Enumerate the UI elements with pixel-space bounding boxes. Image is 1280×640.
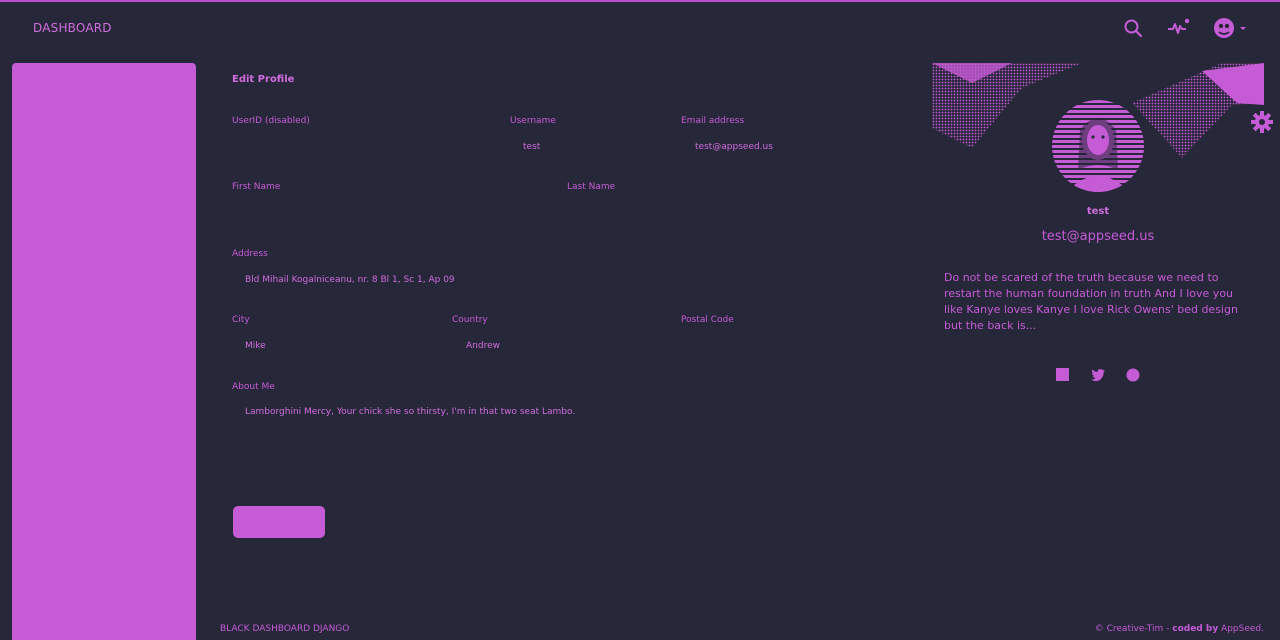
gear-icon[interactable] <box>1250 110 1274 134</box>
top-navbar: DASHBOARD <box>0 2 1280 58</box>
footer-copyright: © Creative-Tim - <box>1094 624 1173 634</box>
user-profile-card: test test@appseed.us Do not be scared of… <box>932 63 1273 423</box>
twitter-icon[interactable] <box>1090 367 1106 383</box>
address-label: Address <box>232 249 268 259</box>
about-me-label: About Me <box>232 382 275 392</box>
email-label: Email address <box>681 116 745 126</box>
last-name-label: Last Name <box>567 182 616 192</box>
address-input[interactable] <box>245 271 885 289</box>
country-input[interactable] <box>466 337 666 355</box>
postal-code-input[interactable] <box>695 337 895 355</box>
city-label: City <box>232 315 250 325</box>
brand-link[interactable]: DASHBOARD <box>33 21 112 35</box>
footer-appseed-link[interactable]: AppSeed. <box>1218 624 1264 634</box>
sidebar <box>12 63 196 640</box>
search-icon[interactable] <box>1121 16 1145 40</box>
footer-credits: © Creative-Tim - coded by AppSeed. <box>1095 624 1264 634</box>
user-menu-avatar[interactable] <box>1211 16 1251 40</box>
username-input[interactable] <box>523 138 673 156</box>
profile-bio: Do not be scared of the truth because we… <box>944 271 1238 332</box>
footer-coded-by: coded by <box>1172 624 1219 634</box>
country-label: Country <box>452 315 488 325</box>
google-icon[interactable] <box>1125 367 1141 383</box>
footer-brand-link[interactable]: BLACK DASHBOARD DJANGO <box>220 624 349 634</box>
userid-label: UserID (disabled) <box>232 116 310 126</box>
about-me-textarea[interactable]: Lamborghini Mercy, Your chick she so thi… <box>245 407 885 467</box>
postal-code-label: Postal Code <box>681 315 734 325</box>
activity-notification-icon[interactable] <box>1166 16 1190 40</box>
first-name-input[interactable] <box>245 204 545 222</box>
first-name-label: First Name <box>232 182 281 192</box>
profile-name: test <box>1086 206 1110 217</box>
save-button[interactable] <box>233 506 325 538</box>
username-label: Username <box>510 116 556 126</box>
city-input[interactable] <box>245 337 445 355</box>
userid-input <box>232 138 492 156</box>
email-input[interactable] <box>695 138 895 156</box>
profile-email: test@appseed.us <box>1041 229 1155 244</box>
edit-profile-card: Edit Profile UserID (disabled) Username … <box>218 63 918 563</box>
card-title: Edit Profile <box>232 74 295 85</box>
facebook-icon[interactable] <box>1055 367 1071 383</box>
last-name-input[interactable] <box>581 204 881 222</box>
profile-avatar[interactable] <box>1052 100 1144 192</box>
